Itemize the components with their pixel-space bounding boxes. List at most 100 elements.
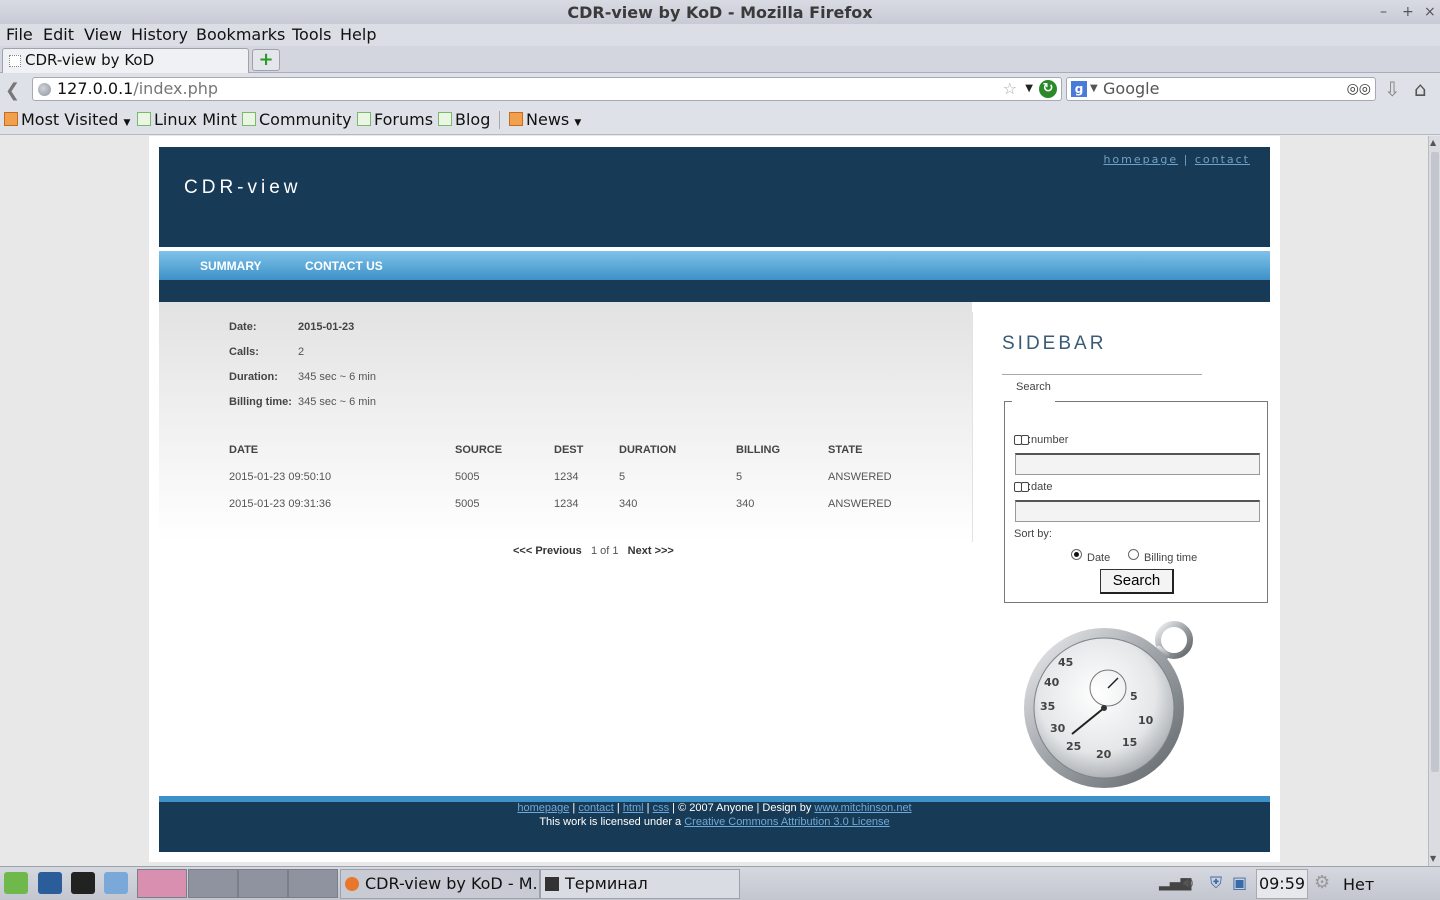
- mint-icon: [242, 112, 256, 126]
- cell-duration: 340: [619, 498, 638, 510]
- next-page-link[interactable]: Next >>>: [628, 545, 674, 557]
- calls-label: Calls:: [229, 346, 259, 358]
- footer-license-text: This work is licensed under a: [539, 816, 682, 828]
- col-date: DATE: [229, 444, 259, 456]
- cell-duration: 5: [619, 471, 626, 483]
- scroll-down-icon[interactable]: ▼: [1430, 854, 1436, 863]
- number-input[interactable]: [1015, 453, 1260, 475]
- duration-value: 345 sec ~ 6 min: [298, 371, 376, 383]
- contact-link[interactable]: contact: [1195, 153, 1250, 166]
- menu-view[interactable]: View: [84, 25, 122, 44]
- sort-date-label: Date: [1087, 552, 1111, 564]
- search-go-icon[interactable]: ◎◎: [1347, 78, 1371, 100]
- menu-file[interactable]: File: [6, 25, 33, 44]
- date-label: Date:: [229, 321, 257, 333]
- globe-icon: [38, 83, 51, 96]
- new-tab-button[interactable]: +: [252, 49, 280, 71]
- stopwatch-image: 5 10 15 20 25 30 35 40 45: [1024, 621, 1193, 788]
- bookmark-community[interactable]: Community: [242, 110, 352, 129]
- terminal-launcher-icon[interactable]: [71, 872, 95, 894]
- workspace-4[interactable]: [288, 869, 338, 898]
- footer-license-link[interactable]: Creative Commons Attribution 3.0 License: [684, 816, 889, 828]
- tab-cdr-view[interactable]: CDR-view by KoD: [2, 48, 249, 73]
- col-source: SOURCE: [455, 444, 503, 456]
- menu-tools[interactable]: Tools: [292, 25, 331, 44]
- footer-contact-link[interactable]: contact: [578, 802, 613, 814]
- terminal-icon: [545, 877, 559, 891]
- cell-billing: 340: [736, 498, 755, 510]
- menu-bookmarks[interactable]: Bookmarks: [196, 25, 285, 44]
- url-bar[interactable]: 127.0.0.1/index.php ☆ ▼ ↻: [32, 77, 1062, 101]
- nav-summary[interactable]: SUMMARY: [200, 259, 262, 273]
- column-divider: [972, 312, 973, 542]
- footer-designer-link[interactable]: www.mitchinson.net: [814, 802, 911, 814]
- close-button[interactable]: ×: [1424, 0, 1436, 25]
- back-arrow-icon[interactable]: ❮: [5, 80, 20, 101]
- page-container: CDR-view homepage | contact SUMMARY CONT…: [149, 136, 1280, 862]
- date-input[interactable]: [1015, 500, 1260, 522]
- weather-icon[interactable]: ⚙: [1314, 872, 1330, 893]
- task-label: CDR-view by KoD - M...: [365, 874, 540, 893]
- bookmark-news[interactable]: News ▼: [509, 110, 581, 129]
- bookmark-label: Linux Mint: [154, 110, 237, 129]
- update-icon[interactable]: ▣: [1232, 873, 1247, 892]
- bookmark-most-visited[interactable]: Most Visited ▼: [4, 110, 130, 129]
- dial-30: 30: [1050, 722, 1066, 735]
- home-icon[interactable]: ⌂: [1414, 77, 1427, 101]
- footer-html-link[interactable]: html: [623, 802, 644, 814]
- bookmark-blog[interactable]: Blog: [438, 110, 490, 129]
- menu-edit[interactable]: Edit: [43, 25, 74, 44]
- sort-billing-label: Billing time: [1144, 552, 1198, 564]
- maximize-button[interactable]: +: [1402, 0, 1414, 25]
- sort-date-radio[interactable]: [1071, 549, 1082, 560]
- bookmark-star-icon[interactable]: ☆: [1003, 78, 1017, 100]
- page-scrollbar[interactable]: ▲ ▼: [1428, 136, 1440, 866]
- reload-icon[interactable]: ↻: [1039, 80, 1057, 98]
- workspace-1[interactable]: [137, 869, 187, 898]
- date-value: 2015-01-23: [298, 321, 355, 333]
- bookmark-linux-mint[interactable]: Linux Mint: [137, 110, 237, 129]
- footer-homepage-link[interactable]: homepage: [517, 802, 569, 814]
- duration-label: Duration:: [229, 371, 278, 383]
- site-nav: SUMMARY CONTACT US: [159, 251, 1270, 280]
- dial-15: 15: [1122, 736, 1137, 749]
- google-engine-icon[interactable]: g: [1071, 81, 1087, 97]
- bookmark-separator: [499, 111, 500, 129]
- search-bar[interactable]: g ▼ Google ◎◎: [1066, 77, 1376, 101]
- engine-dropdown-icon[interactable]: ▼: [1090, 78, 1098, 100]
- menu-help[interactable]: Help: [340, 25, 376, 44]
- previous-page-link[interactable]: <<< Previous: [513, 545, 582, 557]
- volume-icon[interactable]: 🔊︎: [1183, 873, 1193, 893]
- cell-state: ANSWERED: [828, 498, 892, 510]
- nav-contact-us[interactable]: CONTACT US: [305, 259, 383, 273]
- minimize-button[interactable]: –: [1380, 0, 1387, 25]
- dial-20: 20: [1096, 748, 1112, 761]
- mint-menu-icon[interactable]: [4, 872, 28, 894]
- shield-icon[interactable]: ⛨: [1210, 873, 1222, 893]
- scroll-up-icon[interactable]: ▲: [1430, 138, 1436, 147]
- workspace-3[interactable]: [238, 869, 288, 898]
- sort-billing-radio[interactable]: [1128, 549, 1139, 560]
- files-launcher-icon[interactable]: [104, 872, 128, 894]
- clock[interactable]: 09:59: [1256, 869, 1308, 899]
- bookmark-forums[interactable]: Forums: [357, 110, 433, 129]
- dial-25: 25: [1066, 740, 1081, 753]
- workspace-2[interactable]: [188, 869, 238, 898]
- calls-value: 2: [298, 346, 305, 358]
- taskbar: CDR-view by KoD - M... Терминал ▂▄▆ 🔊︎ ⛨…: [0, 866, 1440, 900]
- dial-35: 35: [1040, 700, 1055, 713]
- mint-icon: [438, 112, 452, 126]
- window-titlebar: CDR-view by KoD - Mozilla Firefox – + ×: [0, 0, 1440, 24]
- col-state: STATE: [828, 444, 863, 456]
- tab-bar: CDR-view by KoD +: [0, 46, 1440, 73]
- menu-history[interactable]: History: [131, 25, 188, 44]
- homepage-link[interactable]: homepage: [1103, 153, 1178, 166]
- footer-css-link[interactable]: css: [653, 802, 670, 814]
- task-firefox[interactable]: CDR-view by KoD - M...: [340, 869, 540, 899]
- download-arrow-icon[interactable]: ⇩: [1384, 77, 1401, 101]
- task-terminal[interactable]: Терминал: [540, 869, 740, 899]
- search-button[interactable]: Search: [1100, 569, 1174, 594]
- show-desktop-icon[interactable]: [38, 872, 62, 894]
- scrollbar-thumb[interactable]: [1431, 152, 1439, 772]
- history-dropdown-icon[interactable]: ▼: [1025, 78, 1033, 100]
